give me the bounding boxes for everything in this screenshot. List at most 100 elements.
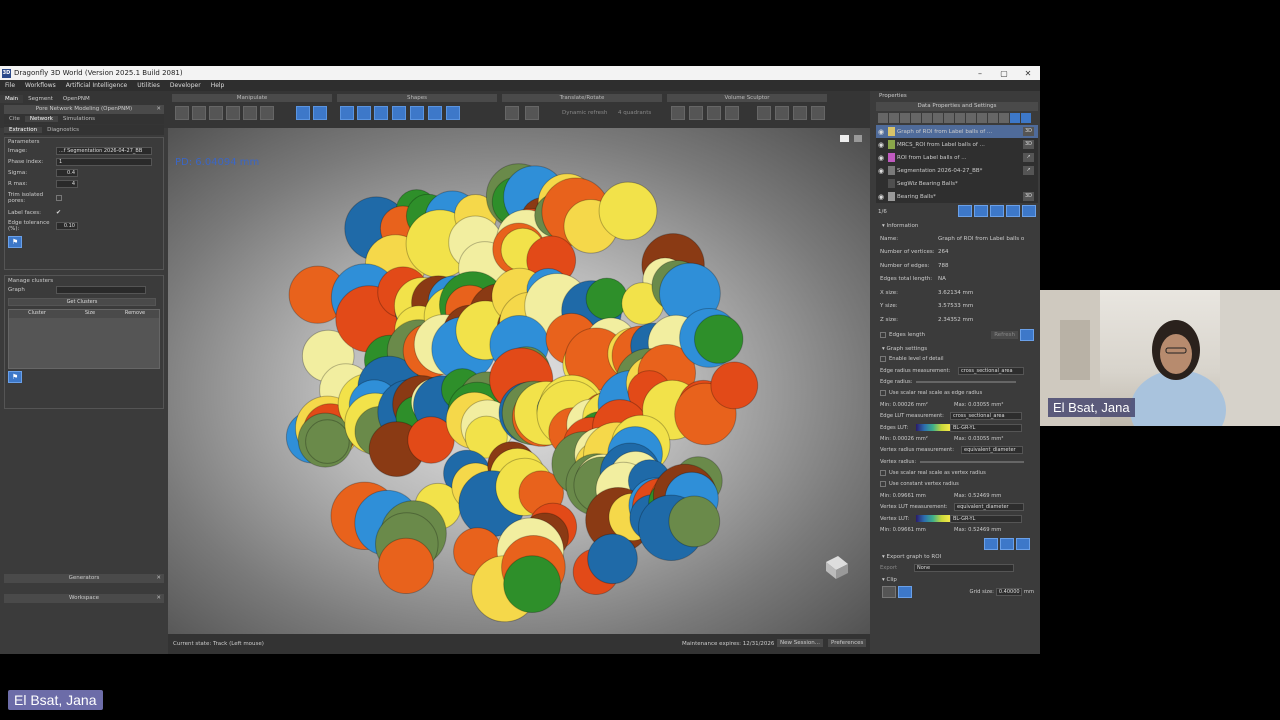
snapshot-icon[interactable] — [505, 106, 519, 120]
lod-checkbox[interactable] — [880, 356, 886, 363]
tab-openpnm[interactable]: OpenPNM — [58, 95, 95, 103]
undo-icon[interactable] — [811, 106, 825, 120]
cut-icon[interactable] — [757, 106, 771, 120]
import-icon[interactable] — [1000, 537, 1014, 550]
chart-icon[interactable] — [984, 537, 998, 550]
measure-tool-icon[interactable] — [243, 106, 257, 120]
link-data-icon[interactable] — [958, 205, 972, 217]
grid-size-input[interactable]: 0.40000 — [995, 588, 1022, 597]
clear-icon[interactable] — [1020, 328, 1034, 341]
clip-refresh-icon[interactable] — [898, 586, 912, 599]
cube-view-icon[interactable] — [340, 106, 354, 120]
edges-lut-gradient[interactable] — [916, 424, 950, 432]
phase-index-select[interactable]: 1 — [56, 157, 152, 166]
list-item[interactable]: ◉ ROI from Label balls of ... ↗ — [876, 151, 1038, 164]
table-icon[interactable] — [966, 113, 976, 123]
list-item[interactable]: ◉ Segmentation 2026-04-27_BB* ↗ — [876, 164, 1038, 177]
zoom-tool-icon[interactable] — [226, 106, 240, 120]
vertex-radius-slider[interactable] — [920, 460, 1024, 463]
close-icon[interactable]: ✕ — [156, 105, 161, 114]
tab-cite[interactable]: Cite — [4, 116, 25, 122]
close-button[interactable]: ✕ — [1016, 69, 1040, 78]
eye-icon[interactable]: ◉ — [876, 128, 886, 136]
list-item[interactable]: ◉ Bearing Balls* 3D — [876, 190, 1038, 203]
gear-icon[interactable] — [944, 113, 954, 123]
graph-select[interactable] — [56, 285, 146, 294]
menu-developer[interactable]: Developer — [165, 82, 206, 89]
edge-tolerance-input[interactable]: 0.10 — [56, 222, 78, 230]
use-constant-vertex-checkbox[interactable] — [880, 481, 886, 488]
toolbar-group-translate-rotate[interactable]: Translate/Rotate — [502, 94, 662, 102]
eye-icon[interactable]: ◉ — [876, 141, 886, 149]
menu-help[interactable]: Help — [206, 82, 230, 89]
swap-icon[interactable] — [793, 106, 807, 120]
tab-main[interactable]: Main — [0, 95, 24, 103]
sculpt-circle-icon[interactable] — [689, 106, 703, 120]
sigma-input[interactable]: 0.4 — [56, 168, 78, 177]
export-icon[interactable] — [1016, 537, 1030, 550]
tab-simulations[interactable]: Simulations — [58, 116, 100, 122]
copy-data-icon[interactable] — [974, 205, 988, 217]
export-data-icon[interactable] — [1006, 205, 1020, 217]
close-icon[interactable]: ✕ — [156, 594, 161, 603]
eye-icon[interactable]: ◉ — [876, 154, 886, 162]
grid-icon[interactable] — [878, 113, 888, 123]
close-icon[interactable]: ✕ — [156, 574, 161, 583]
link-icon[interactable] — [933, 113, 943, 123]
rotate-view-icon[interactable] — [313, 106, 327, 120]
view-3d-badge[interactable]: 3D — [1023, 140, 1034, 149]
sculpt-rect-icon[interactable] — [671, 106, 685, 120]
view-3d-badge[interactable]: 3D — [1023, 192, 1034, 201]
orientation-cube-icon[interactable] — [822, 554, 850, 580]
cylinder-view-icon[interactable] — [357, 106, 371, 120]
sort-icon[interactable] — [911, 113, 921, 123]
eye-icon[interactable]: ◉ — [876, 167, 886, 175]
export-select[interactable]: None — [914, 564, 1014, 573]
list-icon[interactable] — [889, 113, 899, 123]
image-select[interactable]: ...f Segmentation 2026-04-27_BB — [56, 146, 152, 155]
fit-view-icon[interactable] — [296, 106, 310, 120]
delete-data-icon[interactable] — [1022, 205, 1036, 217]
edge-radius-slider[interactable] — [916, 380, 1016, 383]
tab-network[interactable]: Network — [24, 116, 58, 122]
3d-viewport[interactable]: PD: 6.04094 mm — [168, 128, 870, 634]
box-view-icon[interactable] — [374, 106, 388, 120]
trim-isolated-checkbox[interactable] — [56, 195, 62, 201]
preferences-button[interactable]: Preferences — [828, 639, 867, 647]
menu-ai[interactable]: Artificial Intelligence — [61, 82, 133, 89]
sculpt-freehand-icon[interactable] — [725, 106, 739, 120]
sculpt-poly-icon[interactable] — [707, 106, 721, 120]
plane-view-icon[interactable] — [392, 106, 406, 120]
use-scalar-vertex-checkbox[interactable] — [880, 470, 886, 477]
collapse-icon[interactable] — [1021, 113, 1031, 123]
dynamic-refresh-label[interactable]: Dynamic refresh — [562, 110, 607, 116]
menu-workflows[interactable]: Workflows — [20, 82, 61, 89]
toolbar-group-manipulate[interactable]: Manipulate — [172, 94, 332, 102]
vertex-lut-measurement-select[interactable]: equivalent_diameter — [954, 503, 1024, 512]
generators-panel[interactable]: Generators ✕ — [4, 574, 164, 583]
pan-tool-icon[interactable] — [175, 106, 189, 120]
refresh-button[interactable]: Refresh — [991, 330, 1018, 339]
label-faces-checkbox[interactable]: ✔ — [56, 209, 61, 216]
edge-radius-measurement-select[interactable]: cross_sectional_area — [958, 366, 1024, 375]
slice-view-icon[interactable] — [446, 106, 460, 120]
list-item[interactable]: SegWiz Bearing Balls* — [876, 177, 1038, 190]
rmax-input[interactable]: 4 — [56, 179, 78, 188]
toolbar-group-volume-sculptor[interactable]: Volume Sculptor — [667, 94, 827, 102]
list-item[interactable]: ◉ Graph of ROI from Label balls of ... 3D — [876, 125, 1038, 138]
expand-icon[interactable] — [1010, 113, 1020, 123]
settings-tool-icon[interactable] — [260, 106, 274, 120]
menu-file[interactable]: File — [0, 82, 20, 89]
menu-utilities[interactable]: Utilities — [132, 82, 165, 89]
edge-lut-measurement-select[interactable]: cross_sectional_area — [950, 412, 1022, 421]
sphere-view-icon[interactable] — [428, 106, 442, 120]
tab-segment[interactable]: Segment — [23, 95, 58, 103]
lock-icon[interactable] — [988, 113, 998, 123]
edit-badge[interactable]: ↗ — [1023, 166, 1034, 175]
export-icon[interactable] — [977, 113, 987, 123]
list-item[interactable]: ◉ MRCS_ROI from Label balls of ... 3D — [876, 138, 1038, 151]
vertex-lut-gradient[interactable] — [916, 515, 950, 523]
view-3d-badge[interactable]: 3D — [1023, 127, 1034, 136]
minimize-button[interactable]: – — [968, 69, 992, 78]
quadrants-label[interactable]: 4 quadrants — [618, 110, 651, 116]
